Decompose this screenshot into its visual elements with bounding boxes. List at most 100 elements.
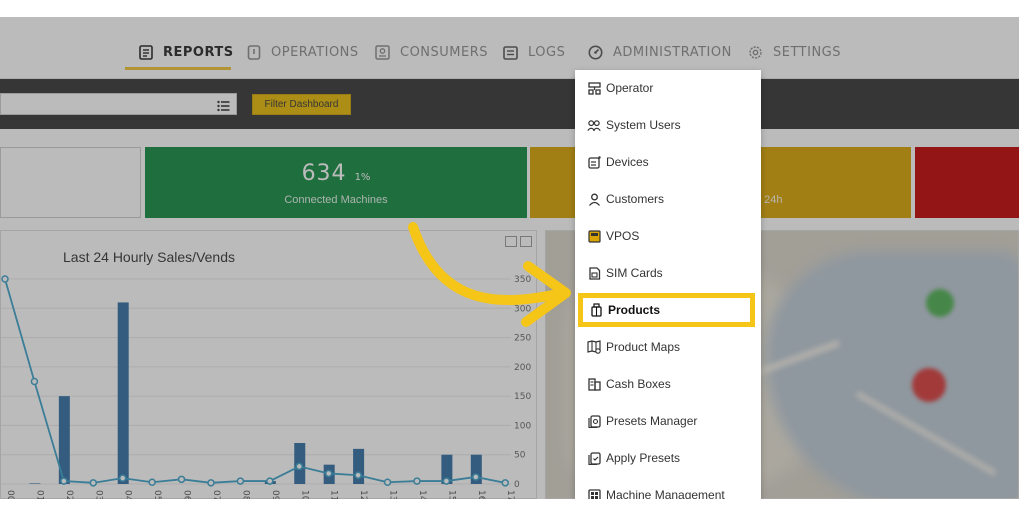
expand-icon[interactable]	[505, 236, 517, 247]
chart-point	[207, 479, 215, 487]
product-map-icon	[587, 340, 601, 354]
nav-operations[interactable]: OPERATIONS	[246, 41, 359, 63]
chart-point	[472, 473, 480, 481]
x-tick-label: 09:00	[270, 490, 280, 499]
chart-point	[236, 477, 245, 485]
x-tick-label: 06:00	[182, 490, 192, 499]
hourly-sales-chart-panel: 0 50 100 150 200 250 300 350 00:00 01:00 02:00 03:0…	[0, 230, 537, 499]
operations-icon	[246, 44, 261, 60]
chart-point	[266, 477, 274, 485]
nav-logs[interactable]: LOGS	[503, 41, 565, 63]
y-tick-label: 50	[514, 451, 526, 461]
menu-item-vpos[interactable]: VPOS	[575, 218, 761, 254]
chart-point	[118, 474, 127, 482]
menu-item-machine-management[interactable]: Machine Management	[575, 477, 761, 499]
devices-icon	[587, 155, 601, 169]
gear-icon	[748, 45, 763, 60]
download-icon[interactable]	[520, 236, 532, 247]
nav-label: OPERATIONS	[271, 44, 359, 60]
tile-label: d 24h	[755, 194, 783, 206]
top-navigation: REPORTS OPERATIONS CONSUMERS LOGS ADMINI…	[0, 17, 1019, 79]
y-tick-label: 350	[514, 275, 531, 285]
x-tick-label: 12:00	[358, 490, 368, 499]
y-tick-label: 100	[514, 421, 531, 431]
menu-item-devices[interactable]: Devices	[575, 144, 761, 180]
list-icon	[217, 97, 230, 116]
chart-bar	[117, 302, 129, 484]
chart-title: Last 24 Hourly Sales/Vends	[63, 249, 235, 265]
users-icon	[587, 118, 601, 132]
product-icon	[589, 303, 603, 317]
operator-icon	[587, 81, 601, 95]
sim-card-icon	[587, 266, 601, 280]
menu-item-system-users[interactable]: System Users	[575, 107, 761, 143]
machine-management-icon	[587, 488, 601, 499]
chart-series-line	[4, 278, 506, 484]
y-tick-label: 250	[514, 334, 531, 344]
hourly-sales-chart: 0 50 100 150 200 250 300 350 00:00 01:00 02:00 03:0…	[1, 275, 531, 499]
x-tick-label: 05:00	[152, 490, 162, 499]
x-tick-label: 11:00	[329, 490, 339, 499]
x-tick-label: 02:00	[64, 490, 74, 499]
y-tick-label: 300	[514, 304, 531, 314]
logs-icon	[503, 45, 518, 60]
vpos-icon	[587, 229, 601, 243]
active-tab-indicator	[125, 67, 231, 70]
y-tick-label: 150	[514, 392, 531, 402]
map-marker-icon[interactable]	[926, 289, 954, 317]
chart-bar	[29, 483, 41, 484]
x-tick-label: 10:00	[299, 490, 309, 499]
nav-reports[interactable]: REPORTS	[138, 41, 234, 63]
x-tick-label: 07:00	[211, 490, 221, 499]
x-tick-label: 15:00	[446, 490, 456, 499]
menu-item-presets-manager[interactable]: Presets Manager	[575, 403, 761, 439]
chart-point	[501, 479, 509, 487]
chart-point	[383, 478, 392, 486]
administration-menu: Operator System Users Devices Customers …	[575, 70, 761, 499]
nav-label: REPORTS	[163, 44, 234, 60]
x-tick-label: 16:00	[476, 490, 486, 499]
report-icon	[138, 44, 153, 60]
nav-label: ADMINISTRATION	[613, 44, 732, 60]
app-frame: REPORTS OPERATIONS CONSUMERS LOGS ADMINI…	[0, 17, 1019, 499]
menu-item-sim-cards[interactable]: SIM Cards	[575, 255, 761, 291]
map-marker-icon[interactable]	[912, 368, 946, 402]
menu-item-operator[interactable]: Operator	[575, 70, 761, 106]
presets-manager-icon	[587, 414, 601, 428]
x-tick-label: 00:00	[5, 490, 15, 499]
x-tick-label: 08:00	[240, 490, 250, 499]
menu-item-products[interactable]: Products	[578, 293, 755, 327]
filter-dashboard-button[interactable]: Filter Dashboard	[252, 94, 351, 115]
x-tick-label: 04:00	[123, 490, 133, 499]
panel-tools	[505, 236, 532, 247]
menu-item-apply-presets[interactable]: Apply Presets	[575, 440, 761, 476]
nav-label: SETTINGS	[773, 44, 842, 60]
tile-value: 634 1%	[301, 161, 371, 186]
x-tick-label: 17:00	[505, 490, 515, 499]
nav-label: LOGS	[528, 44, 566, 60]
y-tick-label: 0	[514, 480, 520, 490]
nav-administration[interactable]: ADMINISTRATION	[588, 41, 732, 63]
chart-point	[295, 462, 304, 471]
chart-point	[177, 475, 186, 484]
chart-point	[324, 469, 333, 478]
nav-settings[interactable]: SETTINGS	[748, 41, 841, 63]
menu-item-customers[interactable]: Customers	[575, 181, 761, 217]
chart-point	[60, 477, 68, 485]
x-tick-label: 03:00	[93, 490, 103, 499]
chart-point	[1, 275, 9, 283]
dashboard-select[interactable]	[0, 93, 237, 115]
chart-point	[148, 478, 156, 486]
filter-bar: Filter Dashboard	[0, 79, 1019, 129]
x-tick-label: 14:00	[417, 490, 427, 499]
chart-point	[89, 479, 98, 487]
connected-machines-tile[interactable]: 634 1% Connected Machines	[145, 147, 527, 218]
chart-point	[442, 477, 451, 485]
nav-consumers[interactable]: CONSUMERS	[375, 41, 488, 63]
stat-tile-red[interactable]	[915, 147, 1019, 218]
menu-item-product-maps[interactable]: Product Maps	[575, 329, 761, 365]
menu-item-cash-boxes[interactable]: Cash Boxes	[575, 366, 761, 402]
chart-point	[413, 477, 421, 485]
customer-icon	[587, 192, 601, 206]
apply-presets-icon	[587, 451, 601, 465]
